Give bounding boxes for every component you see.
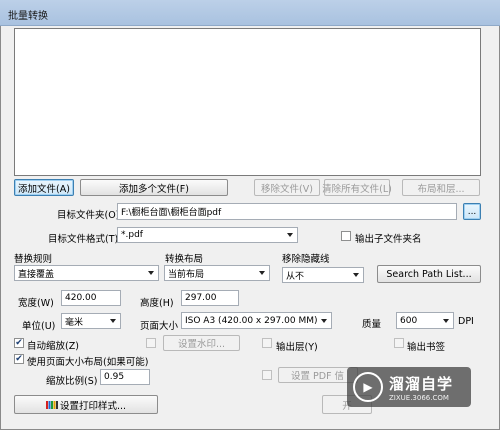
add-multiple-files-button[interactable]: 添加多个文件(F) [80,179,228,196]
chevron-down-icon [259,271,265,275]
target-folder-input[interactable]: F:\橱柜台面\橱柜台面pdf [117,203,457,220]
unit-label: 单位(U) [22,321,56,332]
output-bookmarks-checkbox[interactable] [394,338,404,348]
replace-rule-select[interactable]: 直接覆盖 [14,265,159,281]
printer-icon [45,400,58,410]
play-icon: ▶ [353,372,383,402]
remove-file-button[interactable]: 移除文件(V) [254,179,320,196]
quality-label: 质量 [362,319,382,330]
page-size-value: ISO A3 (420.00 x 297.00 MM) [185,315,318,326]
output-subfolder-label: 输出子文件夹名 [355,234,422,245]
scale-ratio-input[interactable]: 0.95 [100,369,150,385]
remove-hidden-value: 从不 [286,271,305,282]
auto-scale-label: 自动缩放(Z) [27,341,79,352]
logo-cn-text: 溜溜自学 [389,374,454,393]
remove-hidden-select[interactable]: 从不 [282,267,364,283]
set-pdf-info-button[interactable]: 设置 PDF 信 [278,367,358,383]
output-layers-checkbox[interactable] [262,338,272,348]
target-folder-label: 目标文件夹(O) [57,210,120,221]
chevron-down-icon [110,319,116,323]
output-bookmarks-label: 输出书签 [407,342,446,353]
height-label: 高度(H) [140,298,174,309]
browse-folder-button[interactable]: ... [463,203,481,220]
auto-scale-checkbox[interactable]: ✔ [14,338,24,348]
convert-layout-value: 当前布局 [168,269,205,280]
title-bar: 批量转换 [0,0,500,26]
target-format-select[interactable]: *.pdf [117,227,298,243]
chevron-down-icon [353,273,359,277]
target-format-label: 目标文件格式(T) [48,234,119,245]
convert-layout-label: 转换布局 [165,254,204,265]
scale-ratio-label: 缩放比例(S) [46,376,98,387]
chevron-down-icon [287,233,293,237]
width-label: 宽度(W) [18,298,54,309]
clear-all-files-button[interactable]: 清除所有文件(L) [322,179,392,196]
unit-value: 毫米 [65,317,84,328]
print-style-button[interactable]: 设置打印样式... [14,395,158,414]
height-input[interactable]: 297.00 [181,290,239,306]
set-watermark-button[interactable]: 设置水印... [163,335,240,351]
pdf-info-checkbox[interactable] [262,370,272,380]
use-page-size-checkbox[interactable]: ✔ [14,354,24,364]
output-subfolder-checkbox[interactable] [341,231,351,241]
use-page-size-label: 使用页面大小布局(如果可能) [27,357,149,368]
add-file-button[interactable]: 添加文件(A) [14,179,74,196]
search-path-list-button[interactable]: Search Path List... [377,265,481,283]
quality-select[interactable]: 600 [396,312,454,329]
output-layers-label: 输出层(Y) [276,342,318,353]
replace-rule-label: 替换规则 [14,254,53,265]
page-size-label: 页面大小 [140,321,179,332]
width-input[interactable]: 420.00 [61,290,121,306]
layout-and-layers-button[interactable]: 布局和层... [402,179,480,196]
remove-hidden-label: 移除隐藏线 [282,254,330,265]
chevron-down-icon [321,318,327,323]
page-size-select[interactable]: ISO A3 (420.00 x 297.00 MM) [181,312,332,329]
convert-layout-select[interactable]: 当前布局 [164,265,270,281]
logo-en-text: ZIXUE.3066.COM [389,393,449,402]
unit-select[interactable]: 毫米 [61,313,121,329]
target-format-value: *.pdf [121,230,143,240]
chevron-down-icon [443,318,449,323]
quality-value: 600 [400,315,418,326]
replace-rule-value: 直接覆盖 [18,269,55,280]
dpi-label: DPI [458,316,474,327]
watermark-checkbox[interactable] [146,338,156,348]
chevron-down-icon [148,271,154,275]
zixue-watermark-logo: ▶ 溜溜自学 ZIXUE.3066.COM [347,367,471,407]
window-title: 批量转换 [8,11,48,22]
file-list[interactable] [14,28,481,176]
print-style-label: 设置打印样式... [59,400,127,412]
